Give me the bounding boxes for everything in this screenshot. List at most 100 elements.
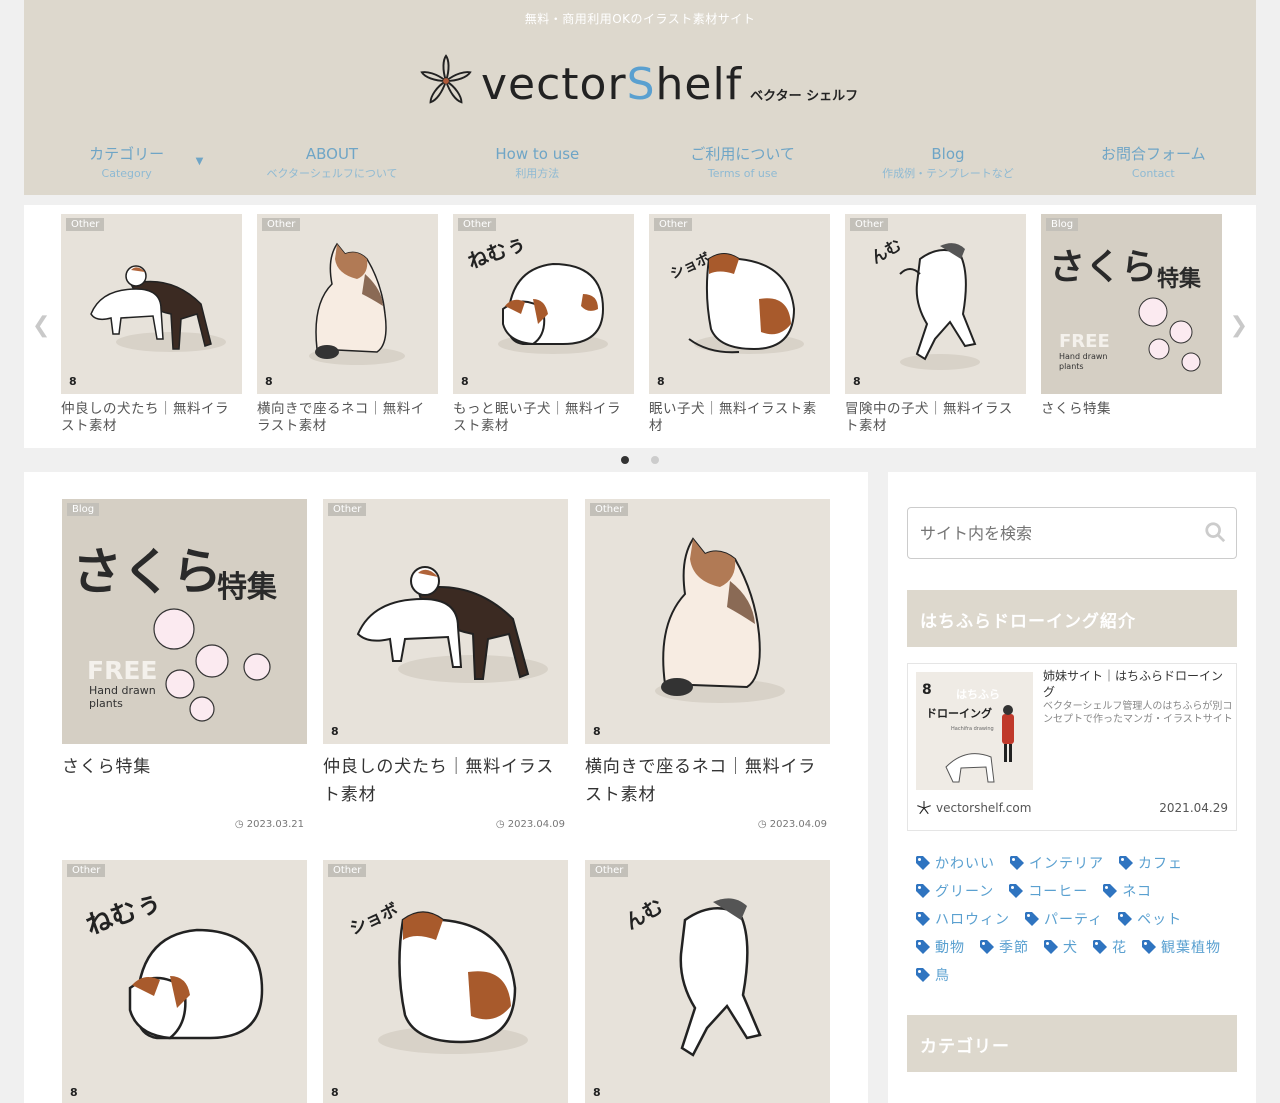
carousel-item[interactable]: Other ショボ 8 眠い子犬｜無料イラスト素材 [649, 214, 830, 435]
tag-link[interactable]: 観葉植物 [1141, 937, 1221, 956]
post-date: ◷ 2023.04.09 [757, 819, 827, 830]
tag-icon [1025, 911, 1039, 926]
promo-site: vectorshelf.com [916, 800, 1031, 816]
nav-how-to-use[interactable]: How to use 利用方法 [435, 144, 640, 188]
logo-wordmark: vectorShelf [481, 59, 743, 110]
clock-icon: ◷ [234, 819, 244, 830]
tag-link[interactable]: 動物 [915, 937, 965, 956]
nav-contact[interactable]: お問合フォーム Contact [1051, 144, 1256, 188]
tag-icon [980, 939, 994, 954]
post-card[interactable]: Other んむ 8 [585, 860, 830, 1103]
carousel-item[interactable]: Other 8 横向きで座るネコ｜無料イラスト素材 [257, 214, 438, 435]
nav-category[interactable]: カテゴリー Category ▼ [24, 144, 229, 188]
carousel-item-title: 冒険中の子犬｜無料イラスト素材 [845, 401, 1013, 434]
brand-mark: 8 [69, 375, 77, 388]
post-thumbnail: Blog さくら 特集 FREE Hand drawn plants [62, 499, 307, 744]
brand-mark: 8 [461, 375, 469, 388]
tag-icon [1118, 911, 1133, 926]
chevron-right-icon[interactable]: ❯ [1230, 313, 1248, 338]
carousel-pagination [621, 456, 659, 464]
two-dogs-illustration [90, 265, 226, 352]
tag-link[interactable]: ネコ [1102, 881, 1152, 900]
post-card[interactable]: Other 8 横向きで座るネコ｜無料イラスト素材 ◷ 2023.04.09 [585, 499, 830, 830]
svg-text:plants: plants [1059, 362, 1084, 371]
search-icon[interactable] [1204, 521, 1226, 543]
category-badge: Blog [67, 503, 100, 516]
carousel-item-title: 眠い子犬｜無料イラスト素材 [649, 401, 817, 434]
search-input[interactable] [908, 508, 1188, 558]
svg-text:さくら: さくら [72, 543, 222, 601]
site-header: 無料・商用利用OKのイラスト素材サイト vectorShelf ベクター シェル… [24, 0, 1256, 195]
svg-text:さくら: さくら [1049, 247, 1157, 288]
widget-heading-promo: はちふらドローイング紹介 [907, 590, 1237, 647]
tag-link[interactable]: 鳥 [915, 965, 950, 984]
svg-text:んむ: んむ [868, 235, 905, 267]
tag-link[interactable]: コーヒー [1008, 881, 1088, 900]
svg-text:Hand drawn: Hand drawn [89, 684, 156, 697]
category-badge: Other [590, 503, 629, 516]
promo-description: ベクターシェルフ管理人のはちふらが別コンセプトで作ったマンガ・イラストサイト [1043, 701, 1233, 725]
category-badge: Other [66, 218, 105, 231]
carousel-item-title: もっと眠い子犬｜無料イラスト素材 [453, 401, 621, 434]
carousel-item[interactable]: Other ねむぅ 8 もっと眠い子犬｜無料イラスト素材 [453, 214, 634, 435]
tag-link[interactable]: かわいい [915, 853, 995, 872]
category-badge: Other [328, 864, 367, 877]
tag-link[interactable]: ハロウィン [915, 909, 1010, 928]
tag-icon [1142, 939, 1156, 954]
carousel-item[interactable]: Other んむ 8 冒険中の子犬｜無料イラスト素材 [845, 214, 1026, 435]
chevron-left-icon[interactable]: ❮ [32, 313, 50, 338]
post-card[interactable]: Blog さくら 特集 FREE Hand drawn plants さくら特集… [62, 499, 307, 830]
post-thumbnail: Other 8 [323, 499, 568, 744]
brand-mark: 8 [70, 1086, 78, 1099]
tag-link[interactable]: 犬 [1043, 937, 1078, 956]
search-box [907, 507, 1237, 559]
post-card[interactable]: Other ねむぅ 8 [62, 860, 307, 1103]
tag-link[interactable]: グリーン [915, 881, 994, 900]
carousel-item[interactable]: Blog さくら 特集 FREE Hand drawn plants さくら特集 [1041, 214, 1222, 418]
nav-terms[interactable]: ご利用について Terms of use [640, 144, 845, 188]
site-logo[interactable]: vectorShelf ベクター シェルフ [417, 50, 858, 110]
tag-icon [916, 911, 930, 926]
tag-link[interactable]: インテリア [1009, 853, 1104, 872]
nav-blog[interactable]: Blog 作成例・テンプレートなど [845, 144, 1050, 188]
tag-link[interactable]: ペット [1117, 909, 1182, 928]
carousel-thumbnail: Other ショボ 8 [649, 214, 830, 394]
carousel-thumbnail: Other んむ 8 [845, 214, 1026, 394]
tag-cloud: かわいい インテリア カフェグリーン コーヒー ネコハロウィン パーティ ペット動物 季節犬花… [915, 853, 1235, 984]
svg-text:ショボ: ショボ [668, 250, 713, 282]
post-card[interactable]: Other 8 仲良しの犬たち｜無料イラスト素材 ◷ 2023.04.09 [323, 499, 568, 830]
sakura-feature-illustration: さくら 特集 FREE Hand drawn plants [72, 543, 278, 722]
brand-mark: 8 [593, 1086, 601, 1099]
post-card[interactable]: Other ショボ 8 [323, 860, 568, 1103]
tag-icon [1103, 883, 1118, 898]
carousel-dot[interactable] [651, 456, 659, 464]
carousel-item[interactable]: Other 8 仲良しの犬たち｜無料イラスト素材 [61, 214, 242, 435]
svg-text:FREE: FREE [1059, 331, 1110, 352]
svg-text:ショボ: ショボ [347, 900, 402, 940]
nav-about[interactable]: ABOUT ベクターシェルフについて [229, 144, 434, 188]
carousel-dot[interactable] [621, 456, 629, 464]
two-dogs-illustration [356, 566, 548, 683]
sakura-feature-illustration: さくら 特集 FREE Hand drawn plants [1049, 247, 1202, 372]
clock-icon: ◷ [757, 819, 767, 830]
svg-text:ねむぅ: ねむぅ [465, 231, 530, 274]
tag-link[interactable]: カフェ [1118, 853, 1183, 872]
promo-card[interactable]: 8 はちふら ドローイング Hachifra drawing 姉妹サイト｜はちふ… [907, 663, 1237, 831]
post-thumbnail: Other んむ 8 [585, 860, 830, 1103]
carousel-item-title: 横向きで座るネコ｜無料イラスト素材 [257, 401, 425, 434]
promo-title: 姉妹サイト｜はちふらドローイング [1043, 669, 1224, 699]
widget-heading-category: カテゴリー [907, 1015, 1237, 1072]
post-thumbnail: Other 8 [585, 499, 830, 744]
tag-link[interactable]: 花 [1092, 937, 1127, 956]
sitting-cat-illustration [309, 242, 405, 365]
tag-icon [1010, 855, 1024, 870]
sitting-cat-illustration [655, 537, 785, 703]
carousel-thumbnail: Blog さくら 特集 FREE Hand drawn plants [1041, 214, 1222, 394]
tag-icon [916, 939, 930, 954]
tag-link[interactable]: パーティ [1024, 909, 1103, 928]
shobo-puppy-illustration: ショボ [668, 250, 804, 354]
main-content: Blog さくら 特集 FREE Hand drawn plants さくら特集… [24, 472, 868, 1103]
tag-link[interactable]: 季節 [979, 937, 1029, 956]
star-flower-icon [420, 54, 472, 104]
tag-icon [1093, 939, 1107, 954]
